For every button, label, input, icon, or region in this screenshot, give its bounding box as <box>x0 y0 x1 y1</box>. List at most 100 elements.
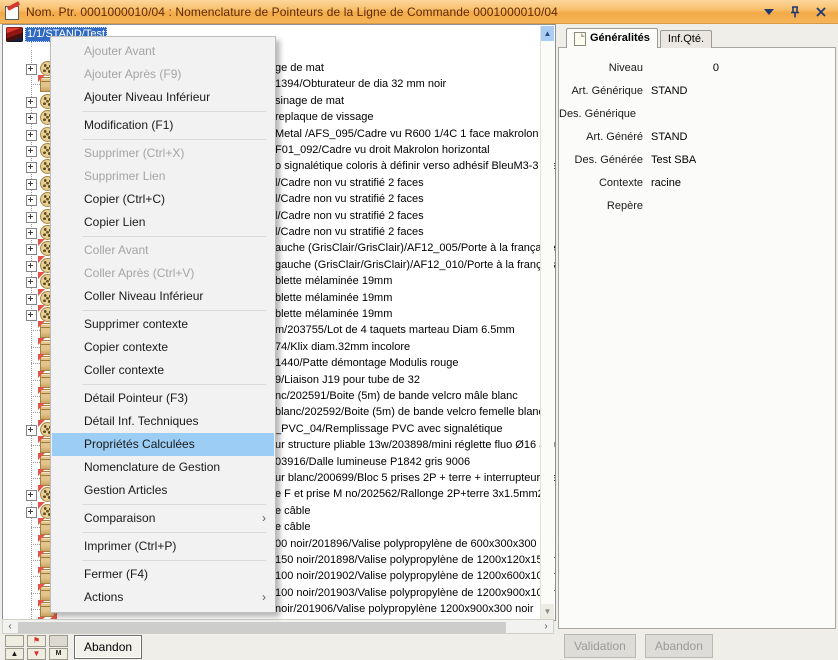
expand-plus-icon[interactable] <box>26 277 37 288</box>
tree-row-label[interactable]: m/203755/Lot de 4 taquets marteau Diam 6… <box>275 324 515 336</box>
menu-item-copier-lien[interactable]: Copier Lien <box>52 211 274 234</box>
triangle-up-button[interactable]: ▲ <box>5 648 24 660</box>
tree-row-label[interactable]: ur structure pliable 13w/203898/mini rég… <box>275 439 556 451</box>
menu-item-supprimer-contexte[interactable]: Supprimer contexte <box>52 313 274 336</box>
scroll-up-icon[interactable]: ▲ <box>541 26 554 41</box>
tree-row-label[interactable]: 100 noir/201902/Valise polypropylène de … <box>275 570 556 582</box>
menu-item-détail-pointeur-f3[interactable]: Détail Pointeur (F3) <box>52 387 274 410</box>
tree-connector <box>31 478 40 479</box>
expand-plus-icon[interactable] <box>26 507 37 518</box>
expand-plus-icon[interactable] <box>26 195 37 206</box>
tree-row-label[interactable]: sinage de mat <box>275 95 344 107</box>
tree-row-label[interactable]: e F et prise M no/202562/Rallonge 2P+ter… <box>275 488 556 500</box>
expand-plus-icon[interactable] <box>26 146 37 157</box>
property-field-row: Art. GénériqueSTAND <box>559 85 835 101</box>
scrollbar-thumb[interactable] <box>18 622 506 633</box>
blank-gray-button[interactable] <box>49 635 68 647</box>
tree-row-label[interactable]: 74/Klix diam.32mm incolore <box>275 341 410 353</box>
expand-plus-icon[interactable] <box>26 64 37 75</box>
tree-row-label[interactable]: e câble <box>275 521 310 533</box>
tree-row-label[interactable]: ge de mat <box>275 62 324 74</box>
tree-row-label[interactable]: replaque de vissage <box>275 111 373 123</box>
tree-row-label[interactable]: 1440/Patte démontage Modulis rouge <box>275 357 458 369</box>
expand-plus-icon[interactable] <box>26 212 37 223</box>
red-corner-flag-icon <box>38 551 45 558</box>
expand-plus-icon[interactable] <box>26 425 37 436</box>
tree-row-label[interactable]: 03916/Dalle lumineuse P1842 gris 9006 <box>275 456 470 468</box>
expand-plus-icon[interactable] <box>26 490 37 501</box>
tree-row-label[interactable]: 100 noir/201903/Valise polypropylène de … <box>275 587 556 599</box>
tree-row-label[interactable]: Metal /AFS_095/Cadre vu R600 1/4C 1 face… <box>275 128 539 140</box>
menu-item-comparaison[interactable]: Comparaison› <box>52 507 274 530</box>
menu-item-coller-niveau-inférieur[interactable]: Coller Niveau Inférieur <box>52 285 274 308</box>
tree-row-label[interactable]: 1394/Obturateur de dia 32 mm noir <box>275 78 446 90</box>
menu-item-copier-contexte[interactable]: Copier contexte <box>52 336 274 359</box>
property-field-row: Art. GénéréSTAND <box>559 131 835 147</box>
expand-plus-icon[interactable] <box>26 261 37 272</box>
menu-item-coller-contexte[interactable]: Coller contexte <box>52 359 274 382</box>
tab-inf-qte[interactable]: Inf.Qté. <box>660 30 712 48</box>
menu-item-nomenclature-de-gestion[interactable]: Nomenclature de Gestion <box>52 456 274 479</box>
pin-button[interactable] <box>788 5 802 19</box>
tree-row-label[interactable]: blanc/202592/Boite (5m) de bande velcro … <box>275 406 544 418</box>
tree-vertical-scrollbar[interactable]: ▲ ▼ <box>540 26 554 619</box>
expand-plus-icon[interactable] <box>26 162 37 173</box>
menu-item-détail-inf-techniques[interactable]: Détail Inf. Techniques <box>52 410 274 433</box>
triangle-down-button[interactable]: ▼ <box>27 648 46 660</box>
abandon-button-left[interactable]: Abandon <box>74 635 142 659</box>
menu-item-fermer-f4[interactable]: Fermer (F4) <box>52 563 274 586</box>
red-flag-button[interactable]: ⚑ <box>27 635 46 647</box>
tree-row-label[interactable]: F01_092/Cadre vu droit Makrolon horizont… <box>275 144 490 156</box>
submenu-arrow-icon: › <box>262 586 266 609</box>
expand-plus-icon[interactable] <box>26 294 37 305</box>
scroll-right-icon[interactable]: › <box>539 620 553 633</box>
tree-connector <box>31 84 40 85</box>
tree-row-label[interactable]: auche (GrisClair/GrisClair)/AF12_005/Por… <box>275 242 556 254</box>
tree-row-label[interactable]: nc/202591/Boite (5m) de bande velcro mâl… <box>275 390 518 402</box>
tree-row-label[interactable]: _PVC_04/Remplissage PVC avec signalétiqu… <box>275 423 502 435</box>
tree-row-label[interactable]: ur blanc/200699/Bloc 5 prises 2P + terre… <box>275 472 556 484</box>
tree-row-label[interactable]: e câble <box>275 505 310 517</box>
tab-generalites[interactable]: Généralités <box>566 28 658 48</box>
tree-row-label[interactable]: l/Cadre non vu stratifié 2 faces <box>275 193 424 205</box>
scroll-left-icon[interactable]: ‹ <box>3 620 17 633</box>
menu-item-copier-ctrl-c[interactable]: Copier (Ctrl+C) <box>52 188 274 211</box>
expand-plus-icon[interactable] <box>26 130 37 141</box>
tree-row-label[interactable]: 150 noir/201898/Valise polypropylène de … <box>275 554 556 566</box>
menu-item-modification-f1[interactable]: Modification (F1) <box>52 114 274 137</box>
tree-row-label[interactable]: noir/201906/Valise polypropylène 1200x90… <box>275 603 533 615</box>
expand-plus-icon[interactable] <box>26 244 37 255</box>
tree-row-label[interactable]: l/Cadre non vu stratifié 2 faces <box>275 226 424 238</box>
red-corner-flag-icon <box>38 502 45 509</box>
expand-plus-icon[interactable] <box>26 113 37 124</box>
expand-plus-icon[interactable] <box>26 179 37 190</box>
m-button[interactable]: M <box>49 648 68 660</box>
tree-row-label[interactable]: 00 noir/201896/Valise polypropylène de 6… <box>275 538 556 550</box>
blank-beige-button[interactable] <box>5 635 24 647</box>
expand-plus-icon[interactable] <box>26 228 37 239</box>
tree-row-label[interactable]: 9/Liaison J19 pour tube de 32 <box>275 374 420 386</box>
menu-item-ajouter-niveau-inférieur[interactable]: Ajouter Niveau Inférieur <box>52 86 274 109</box>
tree-row-label[interactable]: gauche (GrisClair/GrisClair)/AF12_010/Po… <box>275 259 556 271</box>
scroll-down-icon[interactable]: ▼ <box>541 604 554 619</box>
property-field-row: Des. Générique <box>559 108 835 124</box>
menu-item-propriétés-calculées[interactable]: Propriétés Calculées <box>52 433 274 456</box>
field-label: Des. Générée <box>559 154 643 166</box>
tree-connector <box>31 576 40 577</box>
close-icon[interactable] <box>814 5 828 19</box>
triangle-up-icon: ▲ <box>11 650 19 658</box>
menu-item-gestion-articles[interactable]: Gestion Articles <box>52 479 274 502</box>
expand-plus-icon[interactable] <box>26 97 37 108</box>
tree-row-label[interactable]: l/Cadre non vu stratifié 2 faces <box>275 177 424 189</box>
tree-row-label[interactable]: o signalétique coloris à définir verso a… <box>275 160 556 172</box>
tree-row-label[interactable]: blette mélaminée 19mm <box>275 292 392 304</box>
expand-plus-icon[interactable] <box>26 310 37 321</box>
tree-row-label[interactable]: blette mélaminée 19mm <box>275 308 392 320</box>
window-menu-button[interactable] <box>762 5 776 19</box>
menu-item-supprimer-ctrl-x: Supprimer (Ctrl+X) <box>52 142 274 165</box>
menu-item-actions[interactable]: Actions› <box>52 586 274 609</box>
menu-item-imprimer-ctrl-p[interactable]: Imprimer (Ctrl+P) <box>52 535 274 558</box>
tree-horizontal-scrollbar[interactable]: ‹ › <box>2 619 554 634</box>
tree-row-label[interactable]: l/Cadre non vu stratifié 2 faces <box>275 210 424 222</box>
tree-row-label[interactable]: blette mélaminée 19mm <box>275 275 392 287</box>
